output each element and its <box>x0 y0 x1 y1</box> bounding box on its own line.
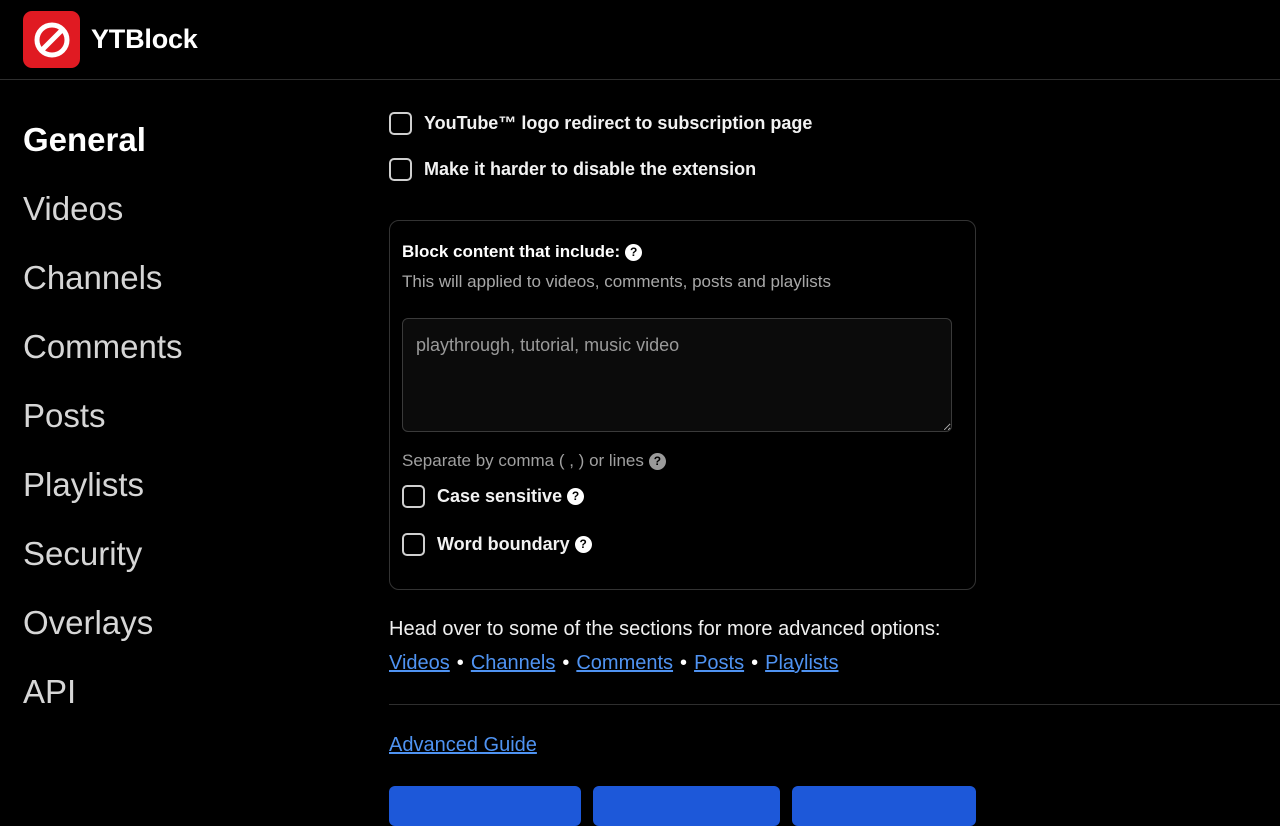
divider <box>389 704 1280 705</box>
word-boundary-option[interactable]: Word boundary ? <box>402 521 963 567</box>
advanced-guide-link[interactable]: Advanced Guide <box>389 734 537 757</box>
link-comments[interactable]: Comments <box>576 652 673 675</box>
link-posts[interactable]: Posts <box>694 652 744 675</box>
block-content-title-row: Block content that include: ? <box>402 241 963 263</box>
sidebar-item-comments[interactable]: Comments <box>23 312 323 381</box>
link-separator: • <box>562 652 570 674</box>
harder-disable-checkbox[interactable] <box>389 157 412 181</box>
link-separator: • <box>751 652 759 674</box>
case-sensitive-option[interactable]: Case sensitive ? <box>402 473 963 519</box>
logo-redirect-label: YouTube™ logo redirect to subscription p… <box>424 112 813 133</box>
help-icon[interactable]: ? <box>625 243 643 261</box>
sidebar-item-overlays[interactable]: Overlays <box>23 588 323 657</box>
link-separator: • <box>456 652 464 674</box>
sidebar-item-security[interactable]: Security <box>23 519 323 588</box>
app-header: YTBlock <box>0 0 1280 80</box>
link-playlists[interactable]: Playlists <box>765 652 838 675</box>
help-icon[interactable]: ? <box>648 452 666 470</box>
harder-disable-label: Make it harder to disable the extension <box>424 158 757 179</box>
logo-redirect-checkbox[interactable] <box>389 111 412 135</box>
block-keywords-input[interactable] <box>402 318 952 432</box>
separator-hint-text: Separate by comma ( , ) or lines <box>402 451 644 470</box>
action-button-2[interactable] <box>593 786 780 826</box>
action-button-1[interactable] <box>389 786 581 826</box>
word-boundary-label: Word boundary <box>437 533 570 554</box>
harder-disable-option[interactable]: Make it harder to disable the extension <box>389 146 1280 192</box>
help-icon[interactable]: ? <box>567 487 585 505</box>
case-sensitive-checkbox[interactable] <box>402 484 425 508</box>
app-title: YTBlock <box>91 24 198 54</box>
link-videos[interactable]: Videos <box>389 652 450 675</box>
sidebar-item-posts[interactable]: Posts <box>23 381 323 450</box>
block-content-subtitle: This will applied to videos, comments, p… <box>402 272 831 291</box>
help-icon[interactable]: ? <box>574 535 592 553</box>
section-links: Videos • Channels • Comments • Posts • P… <box>389 652 838 675</box>
block-content-title: Block content that include: <box>402 242 621 261</box>
case-sensitive-label: Case sensitive <box>437 485 563 506</box>
word-boundary-checkbox[interactable] <box>402 532 425 556</box>
block-icon <box>23 11 80 68</box>
sidebar-item-channels[interactable]: Channels <box>23 243 323 312</box>
block-content-card: Block content that include: ? This will … <box>389 220 976 590</box>
sidebar-item-playlists[interactable]: Playlists <box>23 450 323 519</box>
link-separator: • <box>680 652 688 674</box>
separator-hint: Separate by comma ( , ) or lines ? <box>402 451 963 471</box>
main-content: YouTube™ logo redirect to subscription p… <box>389 100 1280 826</box>
sidebar-item-api[interactable]: API <box>23 657 323 726</box>
sidebar: General Videos Channels Comments Posts P… <box>23 105 323 726</box>
advanced-options-text: Head over to some of the sections for mo… <box>389 618 941 640</box>
logo-redirect-option[interactable]: YouTube™ logo redirect to subscription p… <box>389 100 1280 146</box>
link-channels[interactable]: Channels <box>471 652 556 675</box>
sidebar-item-videos[interactable]: Videos <box>23 174 323 243</box>
sidebar-item-general[interactable]: General <box>23 105 323 174</box>
action-button-3[interactable] <box>792 786 976 826</box>
